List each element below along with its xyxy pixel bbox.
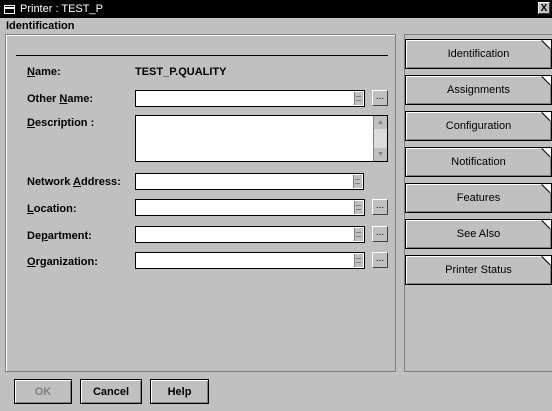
tab-notification[interactable]: Notification <box>405 147 552 177</box>
organization-scroll[interactable] <box>354 254 363 267</box>
page-corner-icon <box>542 256 551 265</box>
cancel-button[interactable]: Cancel <box>80 379 142 404</box>
section-title: Identification <box>6 20 75 32</box>
department-scroll[interactable] <box>354 228 363 241</box>
location-scroll[interactable] <box>354 201 363 214</box>
scroll-down-icon[interactable]: ▼ <box>374 148 387 161</box>
network-address-scroll[interactable] <box>353 175 362 188</box>
ok-button[interactable]: OK <box>14 379 72 404</box>
description-field[interactable]: ▲ ▼ <box>135 115 388 162</box>
department-label: Department: <box>27 230 92 242</box>
description-label: Description : <box>27 117 95 129</box>
location-label: Location: <box>27 203 77 215</box>
other-name-field[interactable] <box>135 90 365 107</box>
tab-label: Configuration <box>445 120 512 132</box>
location-field[interactable] <box>135 199 365 216</box>
tab-identification[interactable]: Identification <box>405 39 552 69</box>
tab-label: Identification <box>447 48 510 60</box>
tab-assignments[interactable]: Assignments <box>405 75 552 105</box>
organization-label: Organization: <box>27 256 98 268</box>
department-browse-button[interactable]: ... <box>372 226 388 242</box>
help-button[interactable]: Help <box>150 379 209 404</box>
name-label: Name: <box>27 66 61 78</box>
tab-label: See Also <box>456 228 501 240</box>
title-bar: Printer : TEST_P X <box>0 0 552 18</box>
name-value: TEST_P.QUALITY <box>135 66 227 78</box>
other-name-label: Other Name: <box>27 93 94 105</box>
organization-field[interactable] <box>135 252 365 269</box>
page-corner-icon <box>542 76 551 85</box>
close-button[interactable]: X <box>538 2 550 14</box>
page-corner-icon <box>542 184 551 193</box>
description-scrollbar[interactable]: ▲ ▼ <box>373 116 387 161</box>
tab-label: Features <box>456 192 501 204</box>
page-corner-icon <box>542 148 551 157</box>
organization-browse-button[interactable]: ... <box>372 252 388 268</box>
panel-divider <box>16 55 388 56</box>
tab-label: Assignments <box>447 84 510 96</box>
tab-configuration[interactable]: Configuration <box>405 111 552 141</box>
network-address-label: Network Address: <box>27 176 121 188</box>
page-corner-icon <box>542 112 551 121</box>
system-menu-icon[interactable] <box>4 4 15 14</box>
scroll-up-icon[interactable]: ▲ <box>374 116 387 129</box>
tab-printer-status[interactable]: Printer Status <box>405 255 552 285</box>
tab-label: Printer Status <box>445 264 512 276</box>
page-corner-icon <box>542 40 551 49</box>
tab-features[interactable]: Features <box>405 183 552 213</box>
network-address-field[interactable] <box>135 173 364 190</box>
tab-label: Notification <box>451 156 506 168</box>
location-browse-button[interactable]: ... <box>372 199 388 215</box>
department-field[interactable] <box>135 226 365 243</box>
window-title: Printer : TEST_P <box>20 3 103 15</box>
other-name-browse-button[interactable]: ... <box>372 90 388 106</box>
page-corner-icon <box>542 220 551 229</box>
tab-see-also[interactable]: See Also <box>405 219 552 249</box>
other-name-scroll[interactable] <box>354 92 363 105</box>
